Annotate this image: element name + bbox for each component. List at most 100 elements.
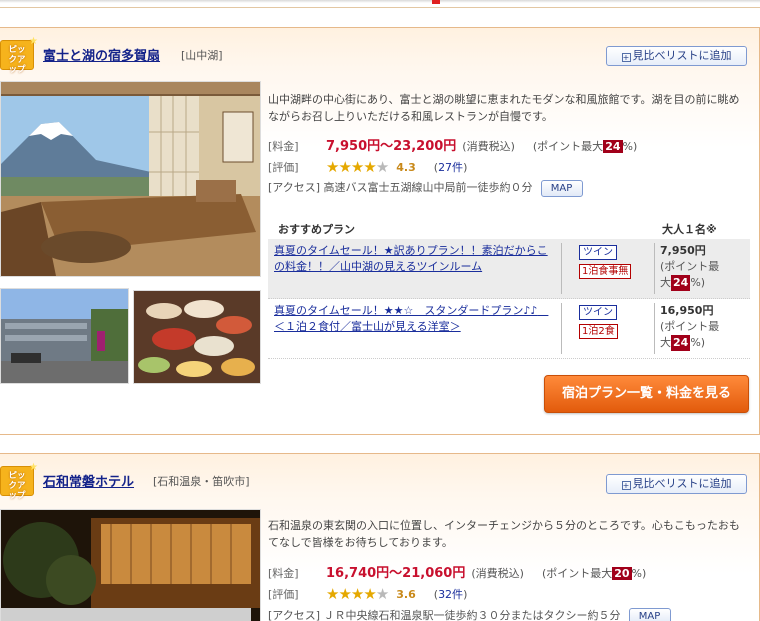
star-icon: ★ — [326, 158, 339, 176]
view-plans-button[interactable]: 宿泊プラン一覧・料金を見る — [544, 375, 749, 413]
divider — [561, 243, 562, 294]
badge-label: ピックアップ — [8, 471, 26, 501]
plan-points-mid: 大 — [660, 336, 671, 349]
map-button[interactable]: MAP — [628, 608, 671, 621]
plans-header-right: 大人１名※ — [662, 223, 717, 236]
star-icon: ★ — [350, 158, 364, 176]
hotel-area: [石和温泉・笛吹市] — [153, 475, 250, 488]
previous-section-edge — [0, 0, 760, 8]
plan-points-percent: 24 — [671, 335, 691, 351]
plan-price-value: 7,950円 — [660, 244, 706, 257]
exterior-image — [1, 289, 128, 383]
reviews-link[interactable]: 27件 — [438, 161, 463, 174]
hotel-description: 山中湖畔の中心街にあり、富士と湖の眺望に恵まれたモダンな和風旅館です。湖を目の前… — [268, 93, 740, 123]
star-icon: ★ — [338, 158, 351, 176]
compare-icon: + — [621, 481, 631, 490]
plan-points-suffix: %) — [690, 276, 706, 289]
reviews-link[interactable]: 32件 — [438, 588, 463, 601]
divider — [654, 243, 655, 294]
price-row: [料金] 16,740円〜21,060円 (消費税込) (ポイント最大 20%) — [268, 562, 646, 581]
hotel-exterior-photo[interactable] — [0, 288, 129, 384]
rating-row: [評価] ★★★★★ 4.3 (27件) — [268, 157, 468, 176]
rating-label: [評価] — [268, 588, 299, 601]
reviews-count: (32件) — [433, 588, 468, 601]
hotel-name-link[interactable]: 富士と湖の宿多賀扇 — [43, 45, 160, 64]
access-row: [アクセス] 高速バス富士五湖線山中局前一徒歩約０分 MAP — [268, 179, 583, 197]
divider — [654, 303, 655, 354]
price-range: 16,740円〜21,060円 — [326, 566, 466, 581]
room-with-fuji-view-image — [1, 82, 260, 276]
rating-stars: ★★★★★ — [326, 158, 389, 176]
access-label: [アクセス] — [268, 181, 321, 194]
rating-stars: ★★★★★ — [326, 585, 389, 603]
plans-header: おすすめプラン 大人１名※ — [268, 221, 750, 239]
plan-price: 7,950円 (ポイント最 大 24%) — [660, 243, 719, 291]
red-marker — [432, 0, 440, 4]
points-suffix: %) — [622, 140, 638, 153]
star-empty-icon: ★ — [375, 585, 389, 603]
hotel-meal-photo[interactable] — [133, 290, 261, 384]
compare-icon: + — [621, 53, 631, 62]
hotel-description: 石和温泉の東玄関の入口に位置し、インターチェンジから５分のところです。心もこもっ… — [268, 519, 740, 549]
price-label: [料金] — [268, 567, 299, 580]
plan-price-value: 16,950円 — [660, 304, 714, 317]
rating-score: 4.3 — [396, 161, 416, 174]
tax-note: (消費税込) — [471, 567, 524, 580]
points-note: (ポイント最大 24%) — [533, 140, 637, 153]
hotel-main-photo[interactable] — [0, 509, 261, 621]
price-row: [料金] 7,950円〜23,200円 (消費税込) (ポイント最大 24%) — [268, 135, 637, 154]
pickup-badge-icon: ピックアップ ★ — [0, 463, 38, 501]
meal-type-badge: 1泊2食 — [579, 324, 618, 339]
hotel-card-1: ピックアップ ★ 富士と湖の宿多賀扇 [山中湖] + 見比べリストに追加 山中湖… — [0, 27, 760, 435]
tax-note: (消費税込) — [462, 140, 515, 153]
plan-points-suffix: %) — [690, 336, 706, 349]
star-icon: ★ — [363, 158, 376, 176]
points-suffix: %) — [631, 567, 647, 580]
rating-row: [評価] ★★★★★ 3.6 (32件) — [268, 584, 468, 603]
star-icon: ★ — [363, 585, 376, 603]
hotel-card-2: ピックアップ ★ 石和常磐ホテル [石和温泉・笛吹市] + 見比べリストに追加 石… — [0, 453, 760, 621]
plan-points-prefix: (ポイント最 — [660, 320, 720, 333]
map-button[interactable]: MAP — [540, 180, 583, 197]
plan-points-prefix: (ポイント最 — [660, 260, 720, 273]
plan-points-mid: 大 — [660, 276, 671, 289]
access-text: ＪＲ中央線石和温泉駅一徒歩約３０分またはタクシー約５分 — [323, 609, 621, 621]
rating-label: [評価] — [268, 161, 299, 174]
hotel-area: [山中湖] — [181, 49, 223, 62]
recommended-plans: おすすめプラン 大人１名※ 真夏のタイムセール！★訳ありプラン！！素泊だからこの… — [268, 221, 750, 359]
star-icon: ★ — [29, 36, 38, 47]
plan-name-link[interactable]: 真夏のタイムセール！★訳ありプラン！！素泊だからこの料金！！／山中湖の見えるツイ… — [274, 243, 554, 275]
add-to-compare-button[interactable]: + 見比べリストに追加 — [606, 46, 747, 66]
divider — [561, 303, 562, 354]
access-text: 高速バス富士五湖線山中局前一徒歩約０分 — [323, 181, 533, 194]
plan-row: 真夏のタイムセール！★訳ありプラン！！素泊だからこの料金！！／山中湖の見えるツイ… — [268, 239, 750, 299]
points-prefix: (ポイント最大 — [532, 140, 604, 153]
hotel-main-photo[interactable] — [0, 81, 261, 277]
compare-label: 見比べリストに追加 — [632, 49, 732, 62]
price-range: 7,950円〜23,200円 — [326, 139, 457, 154]
access-row: [アクセス] ＪＲ中央線石和温泉駅一徒歩約３０分またはタクシー約５分 MAP — [268, 607, 671, 621]
star-empty-icon: ★ — [375, 158, 389, 176]
star-icon: ★ — [29, 462, 38, 473]
room-type-badge: ツイン — [579, 305, 617, 320]
points-percent: 24 — [603, 140, 623, 153]
points-percent: 20 — [612, 567, 632, 580]
room-type-badge: ツイン — [579, 245, 617, 260]
plan-row: 真夏のタイムセール！★★☆ スタンダードプラン♪♪ ＜１泊２食付／富士山が見える… — [268, 299, 750, 359]
plan-price: 16,950円 (ポイント最 大 24%) — [660, 303, 719, 351]
plan-name-link[interactable]: 真夏のタイムセール！★★☆ スタンダードプラン♪♪ ＜１泊２食付／富士山が見える… — [274, 303, 554, 335]
star-icon: ★ — [350, 585, 364, 603]
access-label: [アクセス] — [268, 609, 321, 621]
compare-label: 見比べリストに追加 — [632, 477, 732, 490]
plans-header-left: おすすめプラン — [278, 223, 355, 236]
price-label: [料金] — [268, 140, 299, 153]
add-to-compare-button[interactable]: + 見比べリストに追加 — [606, 474, 747, 494]
star-icon: ★ — [326, 585, 339, 603]
pickup-badge-icon: ピックアップ ★ — [0, 37, 38, 75]
badge-label: ピックアップ — [8, 45, 26, 75]
hotel-night-image — [1, 510, 260, 621]
reviews-count: (27件) — [433, 161, 468, 174]
star-icon: ★ — [338, 585, 351, 603]
rating-score: 3.6 — [396, 588, 416, 601]
hotel-name-link[interactable]: 石和常磐ホテル — [43, 471, 134, 490]
